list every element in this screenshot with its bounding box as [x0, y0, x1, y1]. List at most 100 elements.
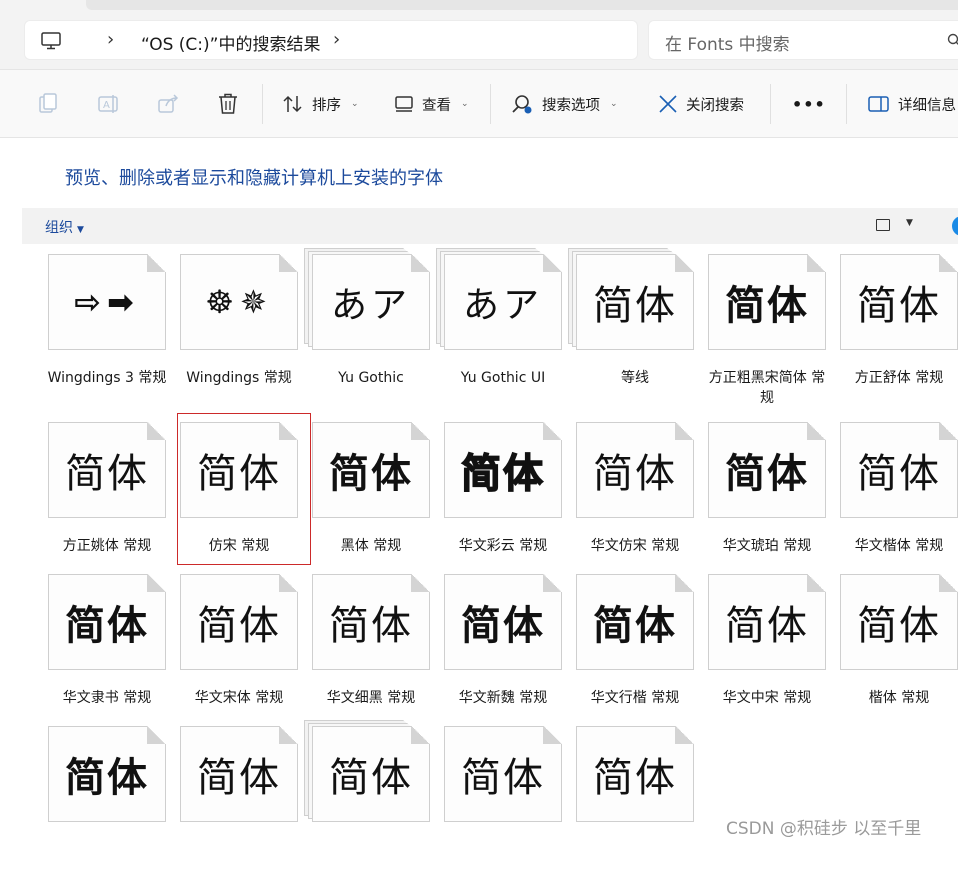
font-sample-text: 简体: [65, 451, 149, 497]
font-preview-icon: 简体: [48, 574, 166, 670]
font-tile[interactable]: ☸✵ Wingdings 常规: [180, 254, 312, 404]
font-tile[interactable]: 简体 仿宋 常规: [177, 413, 311, 565]
organize-label: 组织: [45, 220, 73, 236]
delete-button[interactable]: [218, 70, 238, 138]
font-tile[interactable]: あア Yu Gothic UI: [436, 248, 576, 404]
font-preview-icon: 简体: [48, 422, 166, 518]
font-tile[interactable]: 简体 华文隶书 常规: [48, 574, 180, 724]
font-sample-text: 简体: [725, 451, 809, 497]
font-tile[interactable]: 简体 华文行楷 常规: [576, 574, 708, 724]
toolbar-divider: [846, 84, 847, 124]
sort-button[interactable]: 排序 ⌄: [282, 70, 359, 138]
address-path[interactable]: “OS (C:)”中的搜索结果: [141, 30, 320, 55]
font-name-label: Wingdings 常规: [186, 370, 292, 386]
close-icon: [659, 95, 677, 113]
font-tile[interactable]: 简体 华文仿宋 常规: [576, 422, 708, 572]
more-options-button[interactable]: •••: [792, 70, 826, 138]
font-preview-icon: 简体: [840, 574, 958, 670]
copy-button[interactable]: [38, 70, 58, 138]
font-name-label: 华文楷体 常规: [854, 538, 944, 554]
font-tile[interactable]: 简体: [48, 726, 180, 876]
font-name-label: 华文琥珀 常规: [722, 538, 812, 554]
font-sample-text: 简体: [857, 603, 941, 649]
font-tile[interactable]: 简体 楷体 常规: [840, 574, 958, 724]
fonts-description-link[interactable]: 预览、删除或者显示和隐藏计算机上安装的字体: [65, 164, 443, 190]
font-preview-icon: 简体: [180, 726, 298, 822]
font-preview-icon: 简体: [180, 574, 298, 670]
font-name-label: 华文宋体 常规: [194, 690, 284, 706]
search-placeholder: 在 Fonts 中搜索: [665, 35, 790, 55]
font-tile[interactable]: 简体: [180, 726, 312, 876]
close-search-button[interactable]: 关闭搜索: [658, 70, 744, 138]
search-options-button[interactable]: 搜索选项 ⌄: [510, 70, 618, 138]
title-strip: [0, 0, 958, 12]
font-sample-text: 简体: [725, 283, 809, 329]
caret-down-icon[interactable]: ▼: [906, 218, 913, 228]
share-button[interactable]: [158, 70, 180, 138]
chevron-down-icon: ⌄: [351, 99, 359, 109]
watermark: CSDN @积硅步 以至千里: [726, 819, 922, 839]
font-preview-icon: 简体: [840, 422, 958, 518]
font-tile[interactable]: 简体: [444, 726, 576, 876]
font-tile[interactable]: 简体 华文楷体 常规: [840, 422, 958, 572]
toolbar-divider: [770, 84, 771, 124]
font-tile[interactable]: 简体 华文新魏 常规: [444, 574, 576, 724]
organize-menu[interactable]: 组织 ▼: [45, 217, 84, 237]
font-tile[interactable]: ⇨➡ Wingdings 3 常规: [48, 254, 180, 404]
details-button[interactable]: 详细信息: [868, 70, 956, 138]
font-preview-icon: 简体: [48, 726, 166, 822]
help-icon[interactable]: [952, 216, 958, 236]
chevron-down-icon: ⌄: [461, 99, 469, 109]
details-pane-icon: [868, 96, 889, 112]
caret-down-icon: ▼: [77, 225, 84, 235]
chevron-down-icon: ⌄: [610, 99, 618, 109]
font-tile[interactable]: 简体 华文中宋 常规: [708, 574, 840, 724]
this-pc-icon[interactable]: [41, 32, 61, 50]
font-tile[interactable]: 简体: [576, 726, 708, 876]
font-tile[interactable]: 简体 方正舒体 常规: [840, 254, 958, 404]
font-preview-icon: 简体: [444, 574, 562, 670]
font-preview-icon: 简体: [568, 248, 694, 350]
trash-icon: [219, 93, 237, 114]
font-tile[interactable]: 简体等线: [568, 248, 708, 404]
font-sample-text: 简体: [197, 451, 281, 497]
font-tile[interactable]: 简体 方正姚体 常规: [48, 422, 180, 572]
font-name-label: Yu Gothic: [338, 370, 404, 386]
font-sample-text: 简体: [593, 451, 677, 497]
font-name-label: 黑体 常规: [340, 538, 402, 554]
font-sample-text: 简体: [725, 603, 809, 649]
font-name-label: 方正姚体 常规: [62, 538, 152, 554]
font-sample-text: 简体: [65, 755, 149, 801]
font-tile[interactable]: 简体 华文细黑 常规: [312, 574, 444, 724]
rename-button[interactable]: A: [98, 70, 120, 138]
font-preview-icon: 简体: [576, 574, 694, 670]
command-bar: A 排序 ⌄ 查看 ⌄ 搜索选项 ⌄ 关闭搜索 ••• 详细信息: [0, 70, 958, 138]
font-tile[interactable]: 简体 华文琥珀 常规: [708, 422, 840, 572]
view-button[interactable]: 查看 ⌄: [394, 70, 469, 138]
font-name-label: 等线: [621, 370, 649, 386]
search-icon[interactable]: [947, 33, 958, 47]
chevron-right-icon[interactable]: ›: [333, 29, 340, 50]
font-name-label: 楷体 常规: [868, 690, 930, 706]
font-preview-icon: 简体: [444, 422, 562, 518]
font-tile[interactable]: 简体 华文宋体 常规: [180, 574, 312, 724]
view-mode-icon[interactable]: [876, 219, 890, 231]
font-preview-icon: 简体: [312, 422, 430, 518]
font-preview-icon: 简体: [312, 574, 430, 670]
font-sample-text: ⇨➡: [74, 283, 140, 321]
font-tile[interactable]: 简体: [304, 720, 444, 876]
search-input[interactable]: 在 Fonts 中搜索: [648, 20, 958, 60]
font-tile[interactable]: 简体 方正粗黑宋简体 常规: [708, 254, 840, 406]
font-tile[interactable]: あア Yu Gothic: [304, 248, 444, 404]
chevron-right-icon[interactable]: ›: [107, 29, 114, 50]
content-area: 预览、删除或者显示和隐藏计算机上安装的字体 组织 ▼ ▼ ⇨➡ Wingdings …: [0, 138, 958, 843]
font-tile[interactable]: 简体 黑体 常规: [312, 422, 444, 572]
font-tile[interactable]: 简体 华文彩云 常规: [444, 422, 576, 572]
details-label: 详细信息: [898, 97, 956, 114]
address-bar[interactable]: › “OS (C:)”中的搜索结果 ›: [24, 20, 638, 60]
font-sample-text: 简体: [197, 603, 281, 649]
font-name-label: 华文彩云 常规: [458, 538, 548, 554]
font-name-label: 华文细黑 常规: [326, 690, 416, 706]
font-preview-icon: ☸✵: [180, 254, 298, 350]
copy-icon: [39, 93, 57, 113]
